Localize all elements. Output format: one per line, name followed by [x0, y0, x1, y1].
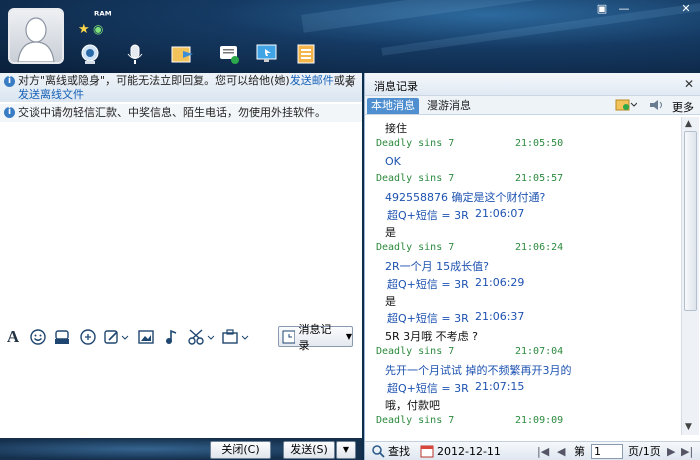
toolbox-icon[interactable]: [222, 329, 250, 345]
message-time: 21:09:09: [515, 415, 564, 427]
history-scrollbar[interactable]: ▲ ▼: [681, 117, 699, 435]
history-title: 消息记录: [374, 80, 418, 93]
message-time: 21:06:07: [475, 206, 525, 220]
page-number-input[interactable]: 1: [591, 444, 623, 459]
tab-local-messages[interactable]: 本地消息: [367, 98, 419, 114]
restore-icon[interactable]: ▣: [596, 3, 608, 15]
send-file-icon[interactable]: [171, 42, 195, 66]
message-time: 21:07:15: [475, 379, 525, 393]
contact-nickname: ᴿᴬᴹ: [94, 9, 112, 22]
microphone-icon[interactable]: [123, 42, 147, 66]
message-text: 接住: [385, 122, 407, 135]
remote-assist-icon[interactable]: [255, 42, 279, 66]
send-offline-file-link[interactable]: 发送离线文件: [18, 88, 84, 101]
tab-roaming-messages[interactable]: 漫游消息: [423, 98, 475, 114]
scroll-down-icon[interactable]: ▼: [685, 422, 692, 432]
status-icon: ◉: [93, 22, 104, 36]
contact-avatar[interactable]: [8, 8, 64, 64]
scroll-up-icon[interactable]: ▲: [685, 119, 692, 129]
message-sender: 超Q+短信 = 3R: [387, 312, 469, 326]
more-button[interactable]: 更多: [672, 99, 694, 115]
close-history-icon[interactable]: ✕: [684, 77, 694, 91]
message-text: 492558876 确定是这个财付通?: [385, 191, 546, 205]
scroll-thumb[interactable]: [684, 131, 697, 311]
send-options-icon[interactable]: ▼: [336, 441, 356, 459]
page-suffix: 页/1页: [628, 445, 661, 458]
message-time: 21:06:24: [515, 242, 564, 254]
message-sender: 超Q+短信 = 3R: [387, 208, 469, 222]
message-record-label: 消息记录: [298, 322, 332, 352]
message-sender: 超Q+短信 = 3R: [387, 277, 469, 291]
message-text: 2R一个月 15成长值?: [385, 260, 489, 274]
vip-emoji-icon[interactable]: [54, 329, 70, 345]
font-icon[interactable]: A: [4, 327, 22, 346]
message-input[interactable]: [0, 123, 362, 393]
offline-notice-text: 对方"离线或隐身"，可能无法立即回复。您可以给他(她): [18, 74, 290, 87]
first-page-icon[interactable]: |◀: [537, 444, 549, 459]
message-time: 21:05:57: [515, 172, 564, 184]
input-toolbar: A 消息记录 ▼: [0, 323, 362, 352]
security-notice: i 交谈中请勿轻信汇款、中奖信息、陌生电话，勿使用外挂软件。: [0, 104, 362, 122]
group-message-icon[interactable]: [615, 98, 638, 115]
calendar-icon[interactable]: [420, 444, 434, 459]
date-label[interactable]: 2012-12-11: [437, 444, 501, 459]
shake-icon[interactable]: [80, 329, 96, 345]
next-page-icon[interactable]: ▶: [667, 444, 675, 459]
message-time: 21:06:29: [475, 275, 525, 289]
message-text: 5R 3月哦 不考虑 ?: [385, 329, 478, 343]
security-notice-text: 交谈中请勿轻信汇款、中奖信息、陌生电话，勿使用外挂软件。: [18, 106, 326, 119]
message-text: OK: [385, 154, 401, 168]
action-bar: 关闭(C) 发送(S) ▼: [0, 438, 362, 460]
message-sender: Deadly sins 7: [376, 242, 455, 254]
screenshot-icon[interactable]: [188, 329, 216, 345]
message-sender: 超Q+短信 = 3R: [387, 381, 469, 395]
video-camera-icon[interactable]: [78, 42, 102, 66]
chat-header: ᴿᴬᴹ ★ ◉ ▣ — ✕: [0, 0, 700, 73]
minimize-icon[interactable]: —: [618, 3, 630, 15]
message-log: 接住 Deadly sins 7 21:05:50 OK Deadly sins 7 21…: [365, 117, 681, 433]
message-text: 是: [385, 225, 396, 239]
star-icon: ★: [78, 22, 90, 37]
search-icon[interactable]: [371, 444, 385, 459]
close-window-icon[interactable]: ✕: [680, 3, 692, 15]
send-email-link[interactable]: 发送邮件: [290, 74, 334, 87]
message-time: 21:05:50: [515, 138, 564, 150]
close-notice-icon[interactable]: ✕: [344, 77, 354, 91]
message-record-button[interactable]: 消息记录 ▼: [278, 323, 353, 352]
info-icon: i: [4, 107, 15, 118]
message-sender: Deadly sins 7: [376, 345, 455, 357]
clock-icon: [282, 330, 296, 343]
prev-page-icon[interactable]: ◀: [557, 444, 565, 459]
message-sender: Deadly sins 7: [376, 138, 455, 150]
message-history-panel: 消息记录 ✕ 本地消息 漫游消息 更多 接住 Deadly sins 7 21:05…: [364, 73, 700, 460]
image-icon[interactable]: [138, 329, 154, 345]
message-text: 哦，付款吧: [385, 398, 440, 412]
message-sender: Deadly sins 7: [376, 415, 455, 427]
offline-notice: i 对方"离线或隐身"，可能无法立即回复。您可以给他(她)发送邮件或者发送离线文…: [0, 73, 362, 102]
emoji-icon[interactable]: [30, 329, 46, 345]
doodle-icon[interactable]: [104, 329, 130, 345]
page-prefix: 第: [574, 445, 585, 458]
search-button[interactable]: 查找: [388, 444, 410, 459]
last-page-icon[interactable]: ▶|: [681, 444, 693, 459]
message-time: 21:07:04: [515, 345, 564, 357]
info-icon: i: [4, 76, 15, 87]
history-tabs: 本地消息 漫游消息 更多: [365, 96, 700, 115]
history-header: 消息记录 ✕: [365, 73, 700, 96]
sms-icon[interactable]: [217, 42, 241, 66]
message-text: 先开一个月试试 掉的不频繁再开3月的: [385, 364, 572, 378]
message-time: 21:06:37: [475, 310, 525, 324]
message-text: 是: [385, 295, 396, 308]
chat-panel: i 对方"离线或隐身"，可能无法立即回复。您可以给他(她)发送邮件或者发送离线文…: [0, 73, 362, 438]
music-icon[interactable]: [164, 329, 178, 345]
speaker-icon[interactable]: [648, 98, 664, 115]
app-list-icon[interactable]: [294, 42, 318, 66]
history-footer: 查找 2012-12-11 |◀ ◀ 第 1 页/1页 ▶ ▶|: [365, 441, 700, 460]
chevron-down-icon: ▼: [345, 332, 352, 341]
close-button[interactable]: 关闭(C): [210, 441, 271, 459]
message-sender: Deadly sins 7: [376, 172, 455, 184]
send-button[interactable]: 发送(S): [283, 441, 335, 459]
